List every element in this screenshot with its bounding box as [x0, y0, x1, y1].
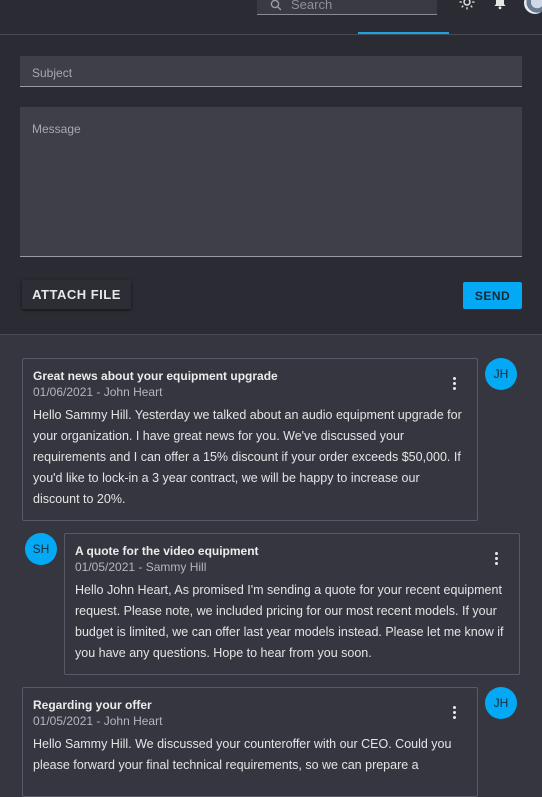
avatar: JH: [485, 358, 517, 390]
message-placeholder: Message: [32, 122, 81, 136]
message-card: Regarding your offer 01/05/2021 - John H…: [22, 687, 478, 797]
message-body: Hello Sammy Hill. We discussed your coun…: [33, 737, 452, 772]
message-title: Regarding your offer: [33, 698, 152, 712]
message-title: A quote for the video equipment: [75, 544, 259, 558]
message-body: Hello Sammy Hill. Yesterday we talked ab…: [33, 408, 462, 506]
message-meta: 01/06/2021 - John Heart: [33, 385, 163, 399]
more-vertical-icon[interactable]: [495, 552, 499, 566]
user-avatar[interactable]: [524, 0, 542, 14]
avatar: JH: [485, 687, 517, 719]
avatar: SH: [25, 533, 57, 565]
compose-panel: Subject Message ATTACH FILE SEND: [0, 35, 542, 335]
send-button[interactable]: SEND: [463, 282, 522, 309]
theme-sun-icon[interactable]: [459, 0, 475, 10]
subject-input[interactable]: Subject: [20, 56, 522, 87]
search-placeholder: Search: [291, 0, 333, 12]
subject-placeholder: Subject: [32, 66, 73, 80]
active-tab-indicator: [358, 32, 449, 34]
message-card: Great news about your equipment upgrade …: [22, 358, 478, 521]
more-vertical-icon[interactable]: [453, 706, 457, 720]
message-meta: 01/05/2021 - John Heart: [33, 714, 163, 728]
message-textarea[interactable]: Message: [20, 107, 522, 257]
more-vertical-icon[interactable]: [453, 377, 457, 391]
attach-file-button[interactable]: ATTACH FILE: [22, 280, 131, 309]
notification-bell-icon[interactable]: [492, 0, 508, 10]
message-title: Great news about your equipment upgrade: [33, 369, 278, 383]
search-box[interactable]: Search: [257, 0, 437, 15]
message-meta: 01/05/2021 - Sammy Hill: [75, 560, 207, 574]
top-toolbar: Search: [0, 0, 542, 35]
message-card: A quote for the video equipment 01/05/20…: [64, 533, 520, 675]
search-icon: [270, 0, 282, 11]
message-body: Hello John Heart, As promised I'm sendin…: [75, 583, 504, 660]
